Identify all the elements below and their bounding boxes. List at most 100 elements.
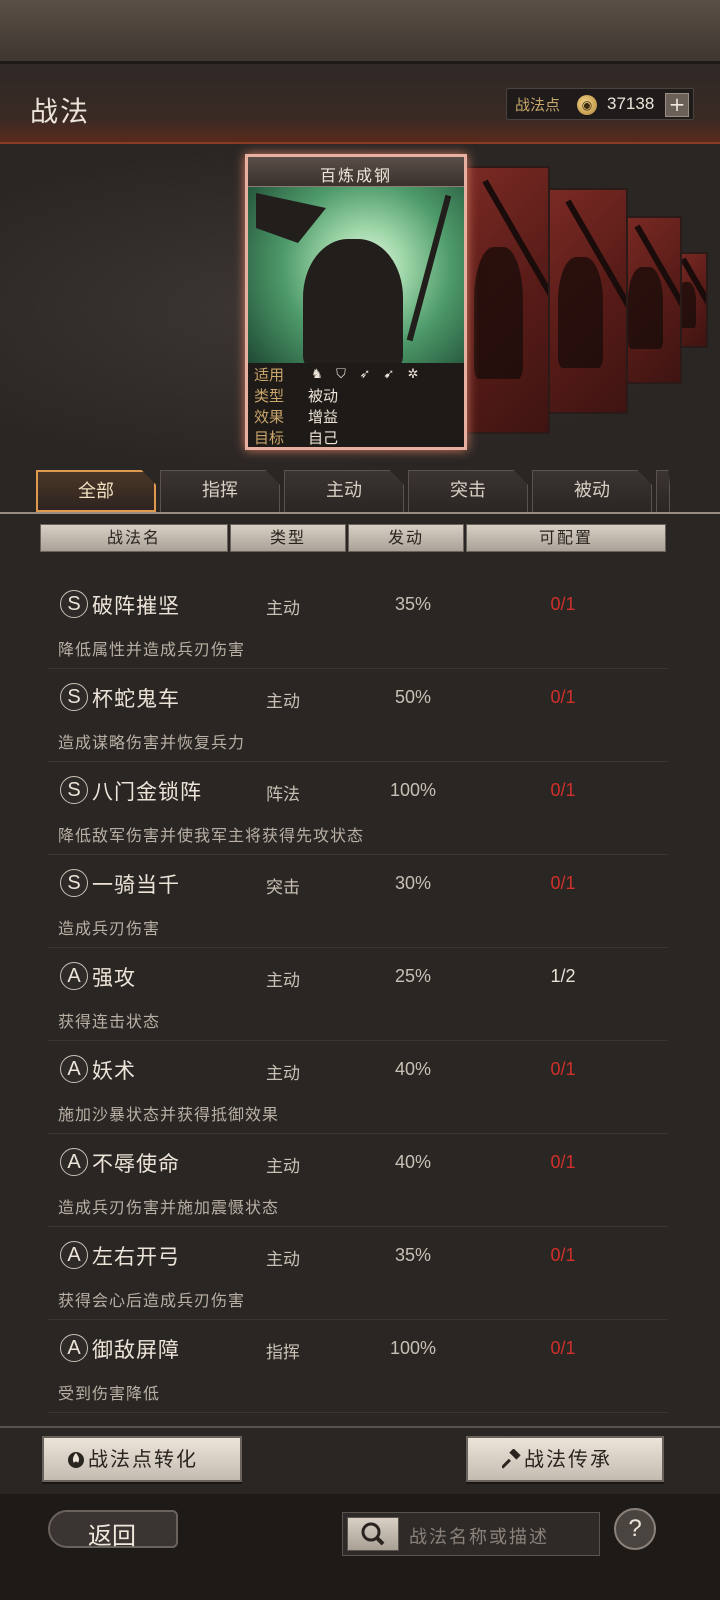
search-button[interactable] [347, 1517, 399, 1551]
grade-badge: S [60, 590, 88, 618]
convert-points-label: 战法点转化 [88, 1447, 198, 1471]
skill-rate: 40% [394, 1059, 432, 1079]
skill-row[interactable]: S 杯蛇鬼车 主动 50% 0/1 造成谋略伤害并恢复兵力 [48, 669, 668, 762]
carousel-card[interactable] [548, 188, 628, 414]
skill-description: 降低属性并造成兵刃伤害 [58, 640, 246, 659]
skill-description: 降低敌军伤害并使我军主将获得先攻状态 [58, 826, 365, 845]
skill-row[interactable]: A 左右开弓 主动 35% 0/1 获得会心后造成兵刃伤害 [48, 1227, 668, 1320]
skill-type: 指挥 [266, 1343, 300, 1363]
skill-slots: 0/1 [550, 780, 576, 800]
skill-rate: 50% [394, 687, 432, 707]
skill-row[interactable]: A 御敌屏障 指挥 100% 0/1 受到伤害降低 [48, 1320, 668, 1413]
card-carousel[interactable]: 百炼成钢 适用 ♞ ⛉ ➶ ➹ ✲ 类型 被动 效果 增益 目标 自己 [0, 144, 720, 474]
skill-name: 御敌屏障 [92, 1338, 180, 1362]
grade-badge: A [60, 1148, 88, 1176]
card-attributes: 适用 ♞ ⛉ ➶ ➹ ✲ 类型 被动 效果 增益 目标 自己 [248, 363, 464, 447]
grade-badge: S [60, 776, 88, 804]
warrior-silhouette-illustration [303, 239, 403, 363]
tab-all[interactable]: 全部 [36, 470, 156, 512]
search-icon [361, 1522, 385, 1546]
skill-name: 强攻 [92, 966, 136, 990]
search-field[interactable]: 战法名称或描述 [342, 1512, 600, 1556]
back-button[interactable]: 返回 [48, 1504, 178, 1554]
skill-type: 突击 [266, 878, 300, 898]
search-placeholder: 战法名称或描述 [409, 1527, 549, 1548]
skill-name: 妖术 [92, 1059, 136, 1083]
skill-list[interactable]: S 破阵摧坚 主动 35% 0/1 降低属性并造成兵刃伤害 S 杯蛇鬼车 主动 … [0, 560, 720, 1420]
skill-type: 主动 [266, 1157, 300, 1177]
skill-type: 主动 [266, 971, 300, 991]
skill-name: 不辱使命 [92, 1152, 180, 1176]
skill-description: 造成兵刃伤害并施加震慑状态 [58, 1198, 280, 1217]
skill-row[interactable]: S 八门金锁阵 阵法 100% 0/1 降低敌军伤害并使我军主将获得先攻状态 [48, 762, 668, 855]
skill-slots: 0/1 [550, 687, 576, 707]
attr-key: 适用 [254, 366, 285, 384]
skill-rate: 30% [394, 873, 432, 893]
tab-active[interactable]: 主动 [284, 470, 404, 512]
skill-row[interactable]: S 一骑当千 突击 30% 0/1 造成兵刃伤害 [48, 855, 668, 948]
spear-illustration [406, 194, 452, 342]
column-header-type[interactable]: 类型 [230, 524, 346, 552]
attr-key: 目标 [254, 429, 285, 447]
tab-passive[interactable]: 被动 [532, 470, 652, 512]
grade-badge: A [60, 962, 88, 990]
footer-bar: 返回 战法名称或描述 ? [0, 1494, 720, 1600]
cavalry-icon: ♞ [311, 367, 323, 382]
grade-badge: A [60, 1334, 88, 1362]
skill-name: 八门金锁阵 [92, 780, 202, 804]
page-title: 战法 [30, 95, 91, 128]
skill-type: 主动 [266, 692, 300, 712]
attr-row-type: 类型 被动 [248, 384, 464, 405]
skill-description: 获得会心后造成兵刃伤害 [58, 1291, 246, 1310]
category-tabs: 全部 指挥 主动 突击 被动 [0, 470, 720, 514]
banner-flag-illustration [256, 193, 326, 243]
help-button[interactable]: ? [614, 1508, 656, 1550]
carousel-card[interactable] [620, 216, 682, 384]
attr-row-effect: 效果 增益 [248, 405, 464, 426]
skill-type: 主动 [266, 1250, 300, 1270]
skill-points-label: 战法点 [515, 96, 561, 114]
column-header-slots[interactable]: 可配置 [466, 524, 666, 552]
skill-description: 施加沙暴状态并获得抵御效果 [58, 1105, 280, 1124]
attr-key: 效果 [254, 408, 285, 426]
skill-name: 左右开弓 [92, 1245, 180, 1269]
skill-slots: 0/1 [550, 594, 576, 614]
grade-badge: S [60, 683, 88, 711]
inherit-skill-button[interactable]: 战法传承 [466, 1436, 664, 1482]
skill-points-value: 37138 [607, 94, 655, 113]
skill-slots: 0/1 [550, 873, 576, 893]
top-decoration-banner [0, 0, 720, 64]
column-header-name[interactable]: 战法名 [40, 524, 228, 552]
skill-row[interactable]: A 不辱使命 主动 40% 0/1 造成兵刃伤害并施加震慑状态 [48, 1134, 668, 1227]
attr-value: 增益 [308, 408, 339, 426]
skill-row[interactable]: A 妖术 主动 40% 0/1 施加沙暴状态并获得抵御效果 [48, 1041, 668, 1134]
grade-badge: A [60, 1055, 88, 1083]
attr-row-target: 目标 自己 [248, 426, 464, 447]
skill-slots: 1/2 [550, 966, 576, 986]
carousel-card[interactable] [464, 166, 550, 434]
column-header-rate[interactable]: 发动 [348, 524, 464, 552]
skill-rate: 35% [394, 594, 432, 614]
skill-slots: 0/1 [550, 1059, 576, 1079]
grade-badge: S [60, 869, 88, 897]
tab-command[interactable]: 指挥 [160, 470, 280, 512]
attr-value: 自己 [308, 429, 339, 447]
attr-value: 被动 [308, 387, 339, 405]
attr-row-applicable: 适用 ♞ ⛉ ➶ ➹ ✲ [248, 363, 464, 384]
tab-assault[interactable]: 突击 [408, 470, 528, 512]
tab-more-partial[interactable] [656, 470, 670, 512]
convert-points-button[interactable]: 战法点转化 [42, 1436, 242, 1482]
selected-skill-card[interactable]: 百炼成钢 适用 ♞ ⛉ ➶ ➹ ✲ 类型 被动 效果 增益 目标 自己 [245, 154, 467, 450]
shield-icon: ⛉ [336, 367, 346, 382]
skill-name: 破阵摧坚 [92, 594, 180, 618]
skill-row[interactable]: S 破阵摧坚 主动 35% 0/1 降低属性并造成兵刃伤害 [48, 576, 668, 669]
skill-description: 造成谋略伤害并恢复兵力 [58, 733, 246, 752]
add-points-button[interactable]: + [665, 93, 689, 117]
list-divider [0, 1426, 720, 1428]
skill-type: 阵法 [266, 785, 300, 805]
skill-rate: 40% [394, 1152, 432, 1172]
card-illustration [248, 187, 464, 363]
inherit-skill-label: 战法传承 [524, 1447, 612, 1471]
skill-row[interactable]: A 强攻 主动 25% 1/2 获得连击状态 [48, 948, 668, 1041]
skill-type: 主动 [266, 599, 300, 619]
